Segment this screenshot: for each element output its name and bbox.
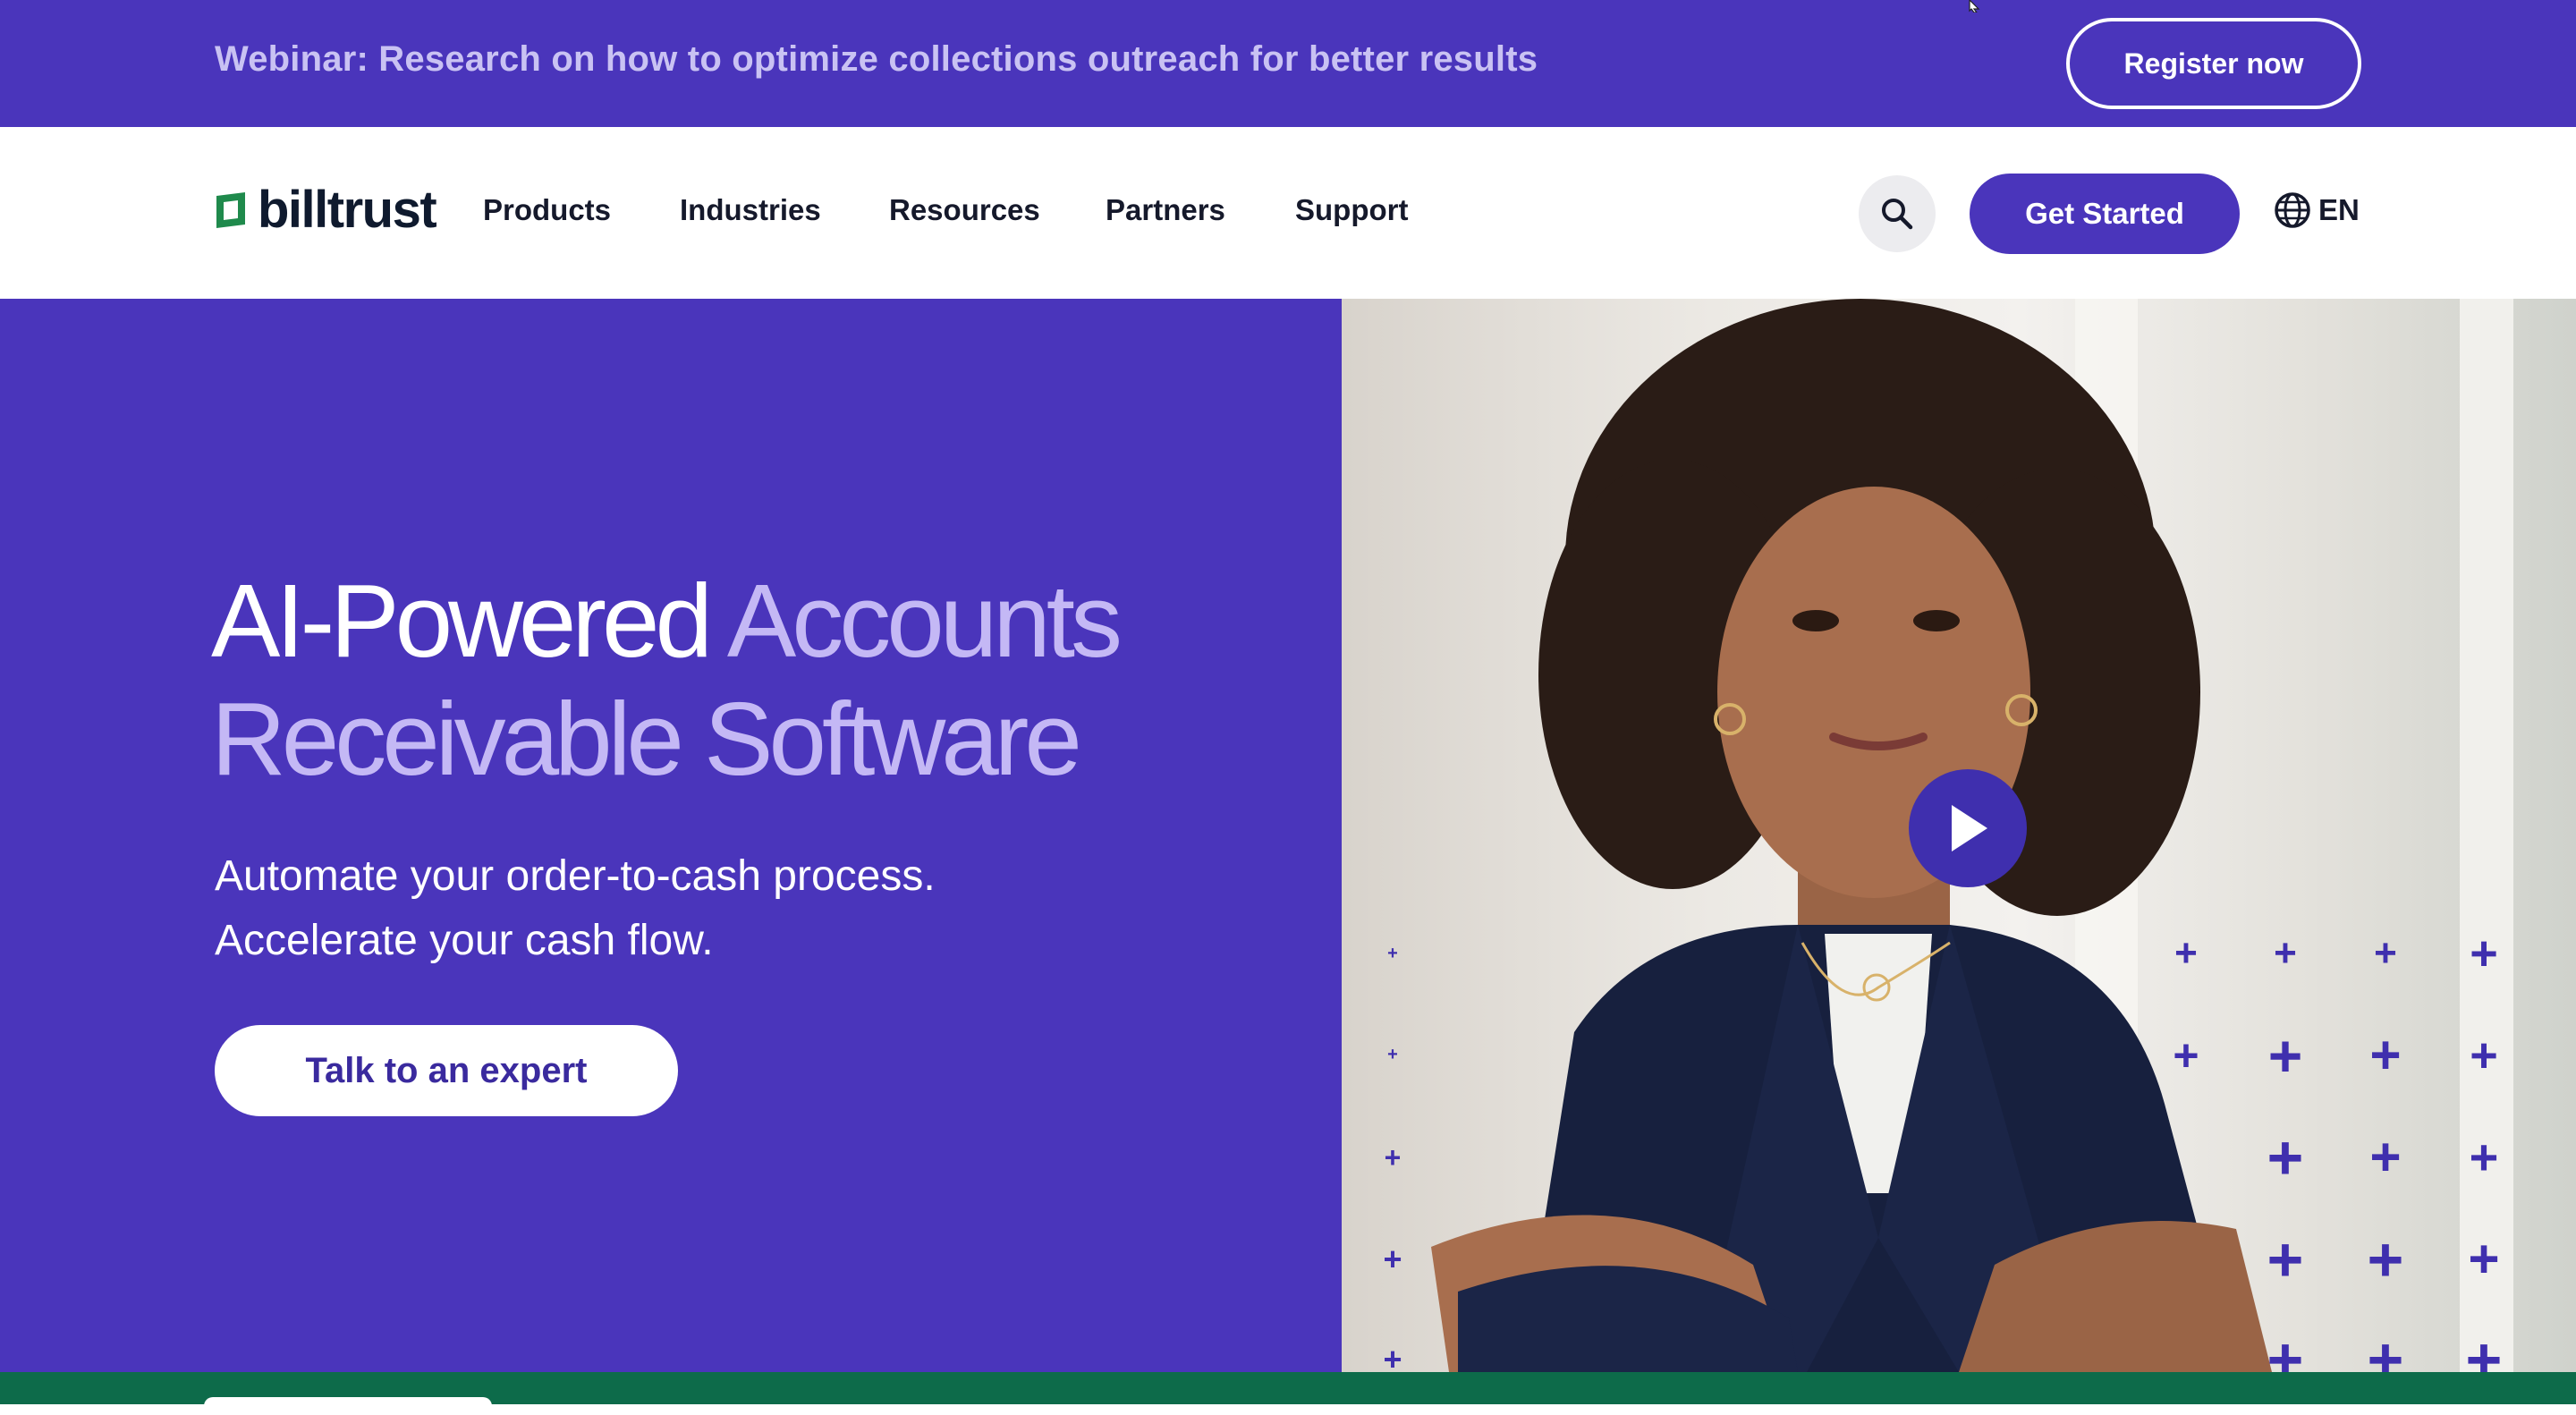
plus-icon: + (2374, 931, 2397, 975)
nav-item-partners[interactable]: Partners (1106, 193, 1225, 227)
plus-icon: + (2267, 1224, 2304, 1294)
nav-item-products[interactable]: Products (483, 193, 611, 227)
plus-icon: + (2173, 1030, 2199, 1080)
mouse-cursor-icon (1969, 0, 1980, 13)
next-section-band (0, 1372, 2576, 1415)
next-section-card (204, 1397, 492, 1415)
logo-text: billtrust (258, 181, 437, 239)
plus-icon: + (2369, 1127, 2402, 1187)
register-now-button[interactable]: Register now (2066, 18, 2361, 109)
hero-portrait-image (1431, 299, 2272, 1372)
plus-icon: + (2274, 931, 2297, 975)
language-label: EN (2318, 193, 2360, 226)
hero-subtitle-line1: Automate your order-to-cash process. (215, 852, 936, 900)
plus-icon: + (2470, 927, 2498, 980)
plus-icon: + (2267, 1123, 2304, 1192)
hero-section: AI-Powered Accounts Receivable Software … (0, 299, 1342, 1372)
nav-item-resources[interactable]: Resources (889, 193, 1040, 227)
plus-icon: + (2468, 1229, 2500, 1289)
plus-icon: + (1384, 1141, 1402, 1174)
logo-mark-icon (216, 192, 245, 228)
nav-item-industries[interactable]: Industries (680, 193, 821, 227)
play-video-button[interactable] (1909, 769, 2027, 887)
plus-icon: + (2174, 931, 2198, 975)
plus-icon: + (2267, 1022, 2303, 1089)
hero-subtitle: Automate your order-to-cash process. Acc… (215, 844, 936, 973)
hero-subtitle-line2: Accelerate your cash flow. (215, 917, 714, 964)
plus-icon: + (1387, 944, 1398, 963)
plus-icon: + (2469, 1129, 2499, 1185)
globe-icon (2275, 192, 2310, 228)
announcement-text[interactable]: Webinar: Research on how to optimize col… (215, 39, 1538, 80)
hero-title: AI-Powered Accounts Receivable Software (211, 562, 1338, 798)
plus-icon: + (2465, 1325, 2503, 1372)
play-icon (1952, 805, 1987, 852)
billtrust-logo[interactable]: billtrust (213, 181, 437, 239)
get-started-button[interactable]: Get Started (1970, 174, 2240, 254)
hero-title-part2: Accounts (726, 563, 1123, 679)
plus-icon: + (2369, 1025, 2402, 1085)
plus-icon: + (1383, 1341, 1402, 1373)
plus-icon: + (2367, 1224, 2404, 1294)
language-selector[interactable]: EN (2274, 188, 2360, 233)
nav-item-support[interactable]: Support (1295, 193, 1408, 227)
plus-icon: + (1387, 1045, 1398, 1064)
plus-icon: + (2267, 1325, 2304, 1372)
search-button[interactable] (1859, 175, 1936, 252)
plus-icon: + (1383, 1241, 1402, 1277)
main-nav: billtrust Products Industries Resources … (0, 127, 2576, 299)
hero-media: + + + + + + + + + + + + + + + + + + + + … (1342, 299, 2576, 1372)
background-pillar (2460, 299, 2513, 1372)
plus-icon: + (2470, 1029, 2498, 1082)
plus-icon: + (2367, 1325, 2404, 1372)
hero-title-part1: AI-Powered (211, 563, 713, 679)
hero-title-part3: Receivable Software (211, 681, 1082, 797)
talk-to-expert-button[interactable]: Talk to an expert (215, 1025, 678, 1116)
announcement-bar: Webinar: Research on how to optimize col… (0, 0, 2576, 127)
search-icon (1882, 199, 1913, 230)
